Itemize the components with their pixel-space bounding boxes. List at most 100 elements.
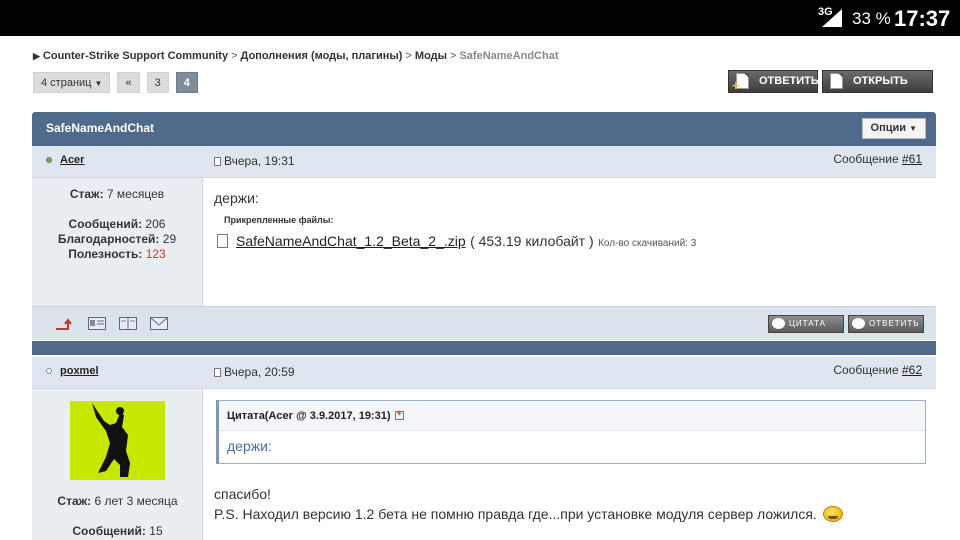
post-number-label: Сообщение xyxy=(833,363,899,377)
post-number-link[interactable]: #61 xyxy=(902,152,922,166)
quote-text: держи: xyxy=(227,438,272,454)
arrow-up-icon[interactable] xyxy=(55,317,73,330)
dancer-silhouette-icon xyxy=(92,403,130,477)
post-footer: ЦИТАТА ОТВЕТИТЬ xyxy=(32,306,936,340)
thanks-label: Благодарностей: xyxy=(57,232,160,246)
author-tenure: Стаж: 6 лет 3 месяца xyxy=(32,494,203,509)
post-reply-button-label: ОТВЕТИТЬ xyxy=(869,319,920,328)
breadcrumb-arrow-icon: ▶ xyxy=(33,51,40,61)
post-body: Цитата(Acer @ 3.9.2017, 19:31) держи: сп… xyxy=(204,389,936,540)
author-posts: Сообщений: 206 xyxy=(32,217,202,232)
post-number: Сообщение #62 xyxy=(833,363,922,377)
quote-button[interactable]: ЦИТАТА xyxy=(768,315,844,333)
post-text-line: спасибо! xyxy=(214,486,271,502)
tenure-value: 6 лет 3 месяца xyxy=(94,494,178,508)
breadcrumb-separator: > xyxy=(405,50,412,62)
quote-header-text: Цитата(Acer @ 3.9.2017, 19:31) xyxy=(227,410,391,422)
post-date-text: Вчера, 20:59 xyxy=(224,365,295,379)
attachment-link[interactable]: SafeNameAndChat_1.2_Beta_2_.zip xyxy=(236,233,466,249)
breadcrumb: ▶ Counter-Strike Support Community > Дополн… xyxy=(33,50,559,62)
page-prev-button[interactable]: « xyxy=(117,72,140,93)
battery-level: 33 % xyxy=(852,9,891,28)
signal-icon xyxy=(822,9,842,27)
breadcrumb-separator: > xyxy=(231,50,238,62)
author-sidebar: Стаж: 6 лет 3 месяца Сообщений: 15 xyxy=(32,389,203,540)
breadcrumb-link-addons[interactable]: Дополнения (моды, плагины) xyxy=(241,50,403,62)
attachment-downloads: Кол-во скачиваний: 3 xyxy=(598,238,697,249)
reply-button[interactable]: + ОТВЕТИТЬ xyxy=(728,70,819,93)
post-meta-bar: Acer Вчера, 19:31 Сообщение #61 xyxy=(32,146,936,178)
thanks-value: 29 xyxy=(162,232,177,246)
posts-value: 15 xyxy=(149,524,163,538)
tenure-label: Стаж: xyxy=(69,187,104,201)
usefulness-value: 123 xyxy=(145,247,166,261)
post-number-label: Сообщение xyxy=(833,152,899,166)
speech-bubble-icon xyxy=(772,318,785,329)
speech-bubble-icon xyxy=(852,318,865,329)
posts-label: Сообщений: xyxy=(68,217,143,231)
smiley-icon xyxy=(822,506,843,522)
chevron-down-icon: ▼ xyxy=(94,79,103,88)
breadcrumb-separator: > xyxy=(450,50,457,62)
post-text-line-2: P.S. Находил версию 1.2 бета не помню пр… xyxy=(214,506,843,522)
posts-label: Сообщений: xyxy=(72,524,146,538)
post-61: Acer Вчера, 19:31 Сообщение #61 Стаж: 7 … xyxy=(32,146,936,341)
avatar[interactable] xyxy=(70,401,165,480)
attachment-size: ( 453.19 килобайт ) xyxy=(470,233,594,249)
post-number: Сообщение #61 xyxy=(833,152,922,166)
topic-header: SafeNameAndChat Опции ▼ xyxy=(32,112,936,146)
posts-value: 206 xyxy=(145,217,166,231)
pages-dropdown[interactable]: 4 страниц ▼ xyxy=(33,72,111,93)
post-reply-button[interactable]: ОТВЕТИТЬ xyxy=(848,315,924,333)
author-posts: Сообщений: 15 xyxy=(32,524,203,539)
post-text-line: P.S. Находил версию 1.2 бета не помню пр… xyxy=(214,506,817,522)
envelope-icon[interactable] xyxy=(150,317,168,330)
status-bar: 3G 33 % 17:37 xyxy=(0,0,960,36)
pages-label: 4 страниц xyxy=(41,77,92,89)
post-date: Вчера, 19:31 xyxy=(214,154,295,168)
breadcrumb-current: SafeNameAndChat xyxy=(459,50,559,62)
clock: 17:37 xyxy=(894,6,951,31)
file-icon xyxy=(217,234,228,248)
expand-quote-icon[interactable] xyxy=(394,408,404,420)
author-name: poxmel xyxy=(60,365,99,377)
post-divider xyxy=(32,341,936,355)
online-status-icon xyxy=(46,157,52,164)
profile-card-icon[interactable] xyxy=(88,317,106,330)
post-date: Вчера, 20:59 xyxy=(214,365,295,379)
topic-title: SafeNameAndChat xyxy=(46,121,155,135)
plus-icon: + xyxy=(732,78,740,93)
post-icon xyxy=(214,368,221,377)
post-date-text: Вчера, 19:31 xyxy=(224,154,295,168)
post-author[interactable]: poxmel xyxy=(46,365,99,377)
page-button-4[interactable]: 4 xyxy=(175,72,198,93)
author-sidebar: Стаж: 7 месяцев Сообщений: 206 Благодарн… xyxy=(32,178,203,306)
book-icon[interactable] xyxy=(119,317,137,330)
page-button-3[interactable]: 3 xyxy=(146,72,169,93)
options-button[interactable]: Опции ▼ xyxy=(861,118,926,139)
post-number-link[interactable]: #62 xyxy=(902,363,922,377)
document-icon xyxy=(830,73,843,89)
quote-button-label: ЦИТАТА xyxy=(789,319,826,328)
reply-button-label: ОТВЕТИТЬ xyxy=(759,75,819,87)
breadcrumb-link-forum[interactable]: Counter-Strike Support Community xyxy=(43,50,228,62)
new-topic-button[interactable]: ОТКРЫТЬ ТЕМУ xyxy=(822,70,933,108)
quote-header: Цитата(Acer @ 3.9.2017, 19:31) xyxy=(219,401,925,431)
post-author[interactable]: Acer xyxy=(46,154,84,166)
offline-status-icon xyxy=(46,368,52,375)
chevron-down-icon: ▼ xyxy=(909,124,917,133)
author-tenure: Стаж: 7 месяцев xyxy=(32,187,202,202)
post-text: держи: xyxy=(214,190,259,206)
post-meta-bar: poxmel Вчера, 20:59 Сообщение #62 xyxy=(32,357,936,389)
breadcrumb-link-mods[interactable]: Моды xyxy=(415,50,447,62)
post-62: poxmel Вчера, 20:59 Сообщение #62 Стаж: … xyxy=(32,357,936,540)
post-icon xyxy=(214,157,221,166)
quote-block: Цитата(Acer @ 3.9.2017, 19:31) держи: xyxy=(216,400,926,464)
usefulness-label: Полезность: xyxy=(68,247,143,261)
pagination: 4 страниц ▼ « 3 4 xyxy=(33,72,198,93)
tenure-label: Стаж: xyxy=(57,494,92,508)
author-name: Acer xyxy=(60,154,85,166)
tenure-value: 7 месяцев xyxy=(106,187,165,201)
attachments-label: Прикрепленные файлы: xyxy=(224,215,334,225)
options-label: Опции xyxy=(870,122,907,134)
